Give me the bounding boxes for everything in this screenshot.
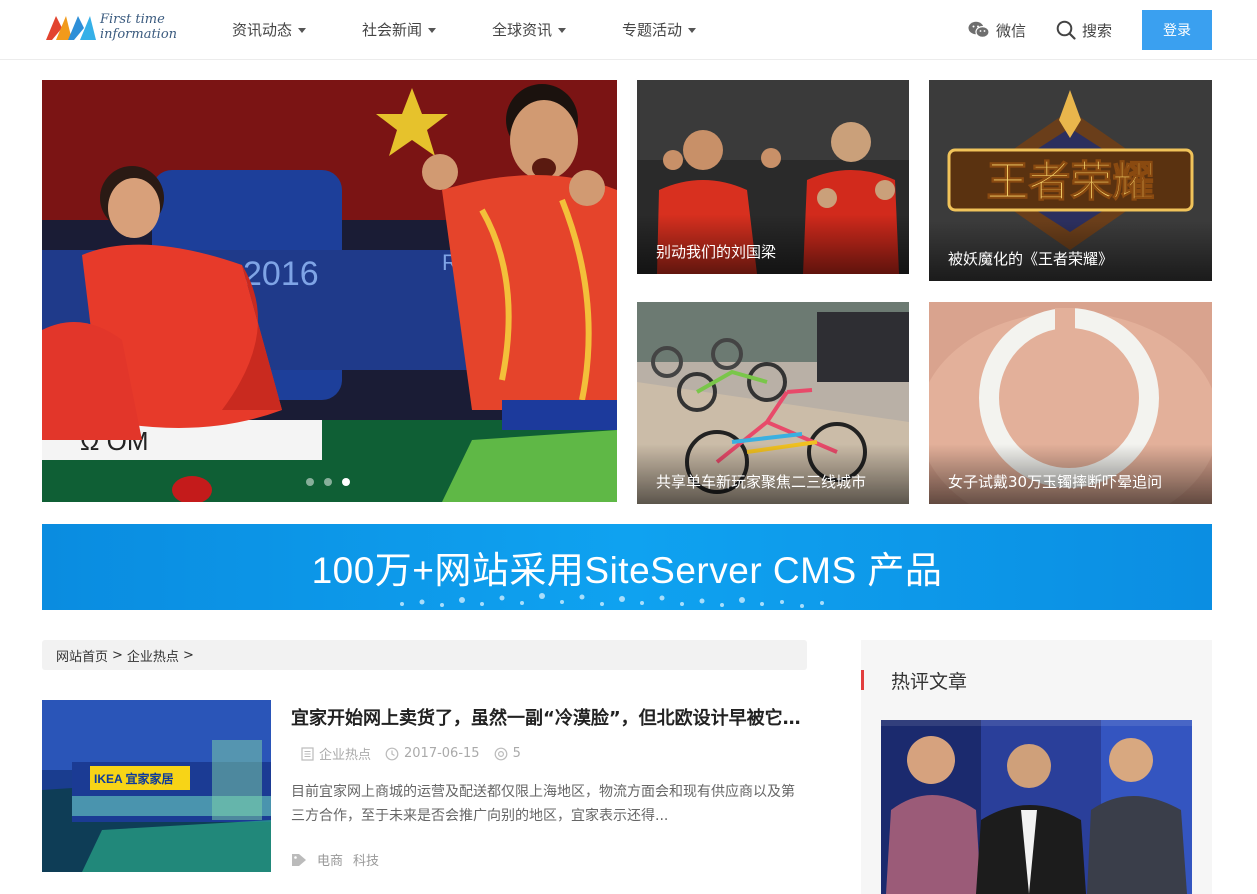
tile-caption: 别动我们的刘国梁 <box>637 214 909 274</box>
breadcrumb-category[interactable]: 企业热点 <box>127 646 179 665</box>
logo-text: First time information <box>100 12 178 42</box>
hero-carousel[interactable]: Rio2016 Rio2016 Ω OM <box>42 80 617 502</box>
search-link[interactable]: 搜索 <box>1056 20 1112 41</box>
nav-item-news-dynamics[interactable]: 资讯动态 <box>232 0 307 60</box>
sidebar-featured-image[interactable] <box>881 720 1192 894</box>
featured-tile-liu-guoliang[interactable]: 别动我们的刘国梁 <box>637 80 909 274</box>
tag-link[interactable]: 科技 <box>353 850 379 869</box>
carousel-dots <box>306 478 360 486</box>
tag-icon <box>292 853 306 866</box>
nav-item-special-events[interactable]: 专题活动 <box>622 0 697 60</box>
main-nav: 资讯动态 社会新闻 全球资讯 专题活动 <box>232 0 752 60</box>
article-views: 5 <box>494 746 521 761</box>
chevron-down-icon <box>558 27 567 33</box>
header-actions: 微信 搜索 登录 <box>968 10 1212 50</box>
featured-tile-honor-of-kings[interactable]: 王者荣耀 被妖魔化的《王者荣耀》 <box>929 80 1212 281</box>
ikea-sign-text: IKEA 宜家家居 <box>94 771 174 786</box>
search-label: 搜索 <box>1081 21 1112 40</box>
nav-label: 全球资讯 <box>492 21 553 39</box>
document-icon <box>301 746 314 761</box>
article-excerpt: 目前宜家网上商城的运营及配送都仅限上海地区，物流方面会和现有供应商以及第三方合作… <box>291 784 795 824</box>
honor-of-kings-logo-text: 王者荣耀 <box>986 157 1154 206</box>
featured-tile-shared-bikes[interactable]: 共享单车新玩家聚焦二三线城市 <box>637 302 909 504</box>
eye-icon <box>494 747 507 760</box>
featured-tile-jade-bracelet[interactable]: 女子试戴30万玉镯摔断吓晕追问 <box>929 302 1212 504</box>
chevron-down-icon <box>688 27 697 33</box>
tile-caption: 女子试戴30万玉镯摔断吓晕追问 <box>929 444 1212 504</box>
carousel-dot[interactable] <box>306 478 314 486</box>
wechat-link[interactable]: 微信 <box>968 20 1026 41</box>
tech-leaders-image <box>881 720 1192 894</box>
top-header: First time information 资讯动态 社会新闻 全球资讯 专题… <box>0 0 1257 60</box>
title-accent-bar <box>861 670 864 690</box>
site-logo[interactable]: First time information <box>44 10 184 50</box>
login-button[interactable]: 登录 <box>1142 10 1212 50</box>
tag-link[interactable]: 电商 <box>317 850 343 869</box>
search-icon <box>1056 20 1076 40</box>
tile-caption: 被妖魔化的《王者荣耀》 <box>929 221 1212 281</box>
nav-label: 资讯动态 <box>232 21 293 39</box>
clock-icon <box>385 747 399 760</box>
article-thumbnail[interactable]: IKEA 宜家家居 <box>42 700 271 872</box>
carousel-dot[interactable] <box>324 478 332 486</box>
breadcrumb-separator: > <box>112 647 123 663</box>
nav-label: 专题活动 <box>622 21 683 39</box>
sidebar-title: 热评文章 <box>861 668 967 693</box>
logo-mark-icon <box>46 16 96 40</box>
nav-label: 社会新闻 <box>362 21 423 39</box>
wechat-label: 微信 <box>995 21 1026 40</box>
table-tennis-celebration-image: Rio2016 Rio2016 Ω OM <box>42 80 617 502</box>
nav-item-global-news[interactable]: 全球资讯 <box>492 0 567 60</box>
article-tags: 电商 科技 <box>291 850 379 869</box>
sidebar-hot-comments: 热评文章 <box>861 640 1212 894</box>
breadcrumb: 网站首页 > 企业热点 > <box>42 640 807 670</box>
tile-caption: 共享单车新玩家聚焦二三线城市 <box>637 444 909 504</box>
chevron-down-icon <box>298 27 307 33</box>
breadcrumb-home[interactable]: 网站首页 <box>56 646 108 665</box>
ikea-store-image: IKEA 宜家家居 <box>42 700 271 872</box>
banner-headline: 100万+网站采用SiteServer CMS 产品 <box>311 550 943 591</box>
carousel-dot-active[interactable] <box>342 478 350 486</box>
chevron-down-icon <box>428 27 437 33</box>
article-title[interactable]: 宜家开始网上卖货了，虽然一副“冷漠脸”，但北欧设计早被它抄烂了 <box>291 704 807 730</box>
nav-item-social-news[interactable]: 社会新闻 <box>362 0 437 60</box>
breadcrumb-separator: > <box>182 647 194 663</box>
article-category[interactable]: 企业热点 <box>301 744 371 763</box>
article-meta: 企业热点 2017-06-15 5 <box>301 744 535 763</box>
article-date: 2017-06-15 <box>385 746 480 761</box>
wechat-icon <box>968 21 990 39</box>
promo-banner[interactable]: 100万+网站采用SiteServer CMS 产品 <box>42 524 1212 610</box>
